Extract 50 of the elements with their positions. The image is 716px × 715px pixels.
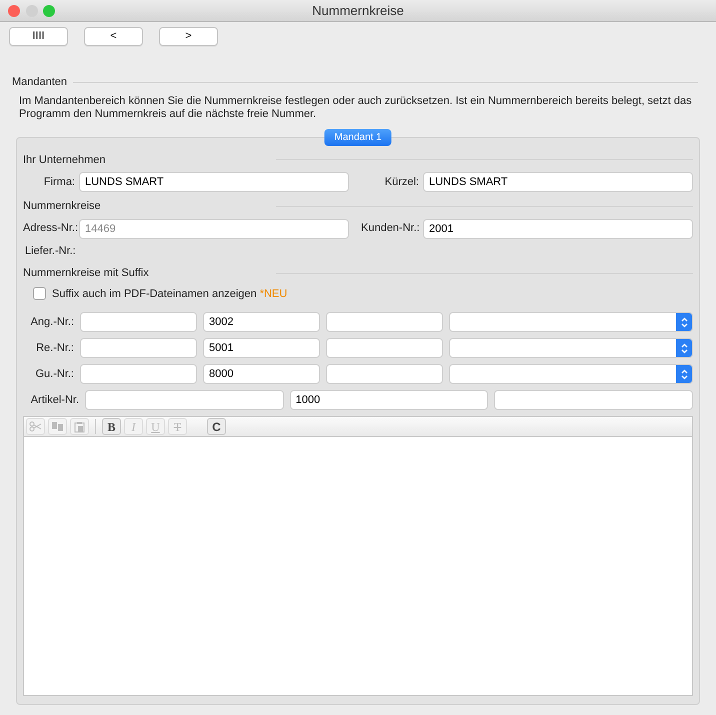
- checkbox-label: Suffix auch im PDF-Dateinamen anzeigen *NEU: [52, 286, 288, 302]
- text-editor[interactable]: [23, 437, 693, 696]
- stepper-icon: [676, 313, 692, 331]
- field-label: Firma:: [42, 174, 75, 190]
- text-field[interactable]: 3002: [203, 312, 320, 332]
- section-title: Ihr Unternehmen: [23, 152, 107, 168]
- text-field[interactable]: [326, 364, 443, 384]
- dropdown[interactable]: [449, 312, 693, 332]
- close-button[interactable]: [8, 5, 20, 17]
- scissors-icon: [29, 421, 42, 432]
- text-field[interactable]: [85, 390, 284, 410]
- text-field[interactable]: [80, 312, 197, 332]
- text-field[interactable]: [326, 312, 443, 332]
- section-title: Nummernkreise mit Suffix: [23, 266, 150, 281]
- text-field[interactable]: 5001: [203, 338, 320, 358]
- toolbar-button[interactable]: <: [84, 27, 143, 46]
- text-field[interactable]: 1000: [290, 390, 488, 410]
- stepper-icon: [676, 365, 692, 383]
- section-title: Nummernkreise: [23, 199, 102, 214]
- field-label: Liefer.-Nr.:: [25, 244, 76, 256]
- window-title: Nummernkreise: [312, 2, 404, 20]
- text-field[interactable]: LUNDS SMART: [79, 172, 349, 192]
- text-field[interactable]: 2001: [423, 218, 693, 238]
- text-field[interactable]: 8000: [203, 364, 320, 384]
- format-button[interactable]: C: [207, 418, 226, 435]
- minimize-button[interactable]: [26, 5, 38, 17]
- field-label: Ang.-Nr.:: [30, 314, 74, 330]
- text-field[interactable]: LUNDS SMART: [423, 172, 693, 192]
- dropdown[interactable]: [449, 364, 693, 384]
- field-label: Gu.-Nr.:: [34, 366, 74, 382]
- field-label: Artikel-Nr.: [30, 392, 79, 408]
- paste-icon: [74, 420, 85, 432]
- checkbox[interactable]: [33, 287, 46, 300]
- field-label: Adress-Nr.:: [23, 221, 75, 236]
- field-label: Re.-Nr.:: [35, 340, 74, 356]
- format-button[interactable]: B: [102, 418, 121, 435]
- toolbar-button[interactable]: >: [159, 27, 218, 46]
- copy-icon: [51, 421, 64, 432]
- dropdown[interactable]: [449, 338, 693, 358]
- text-field[interactable]: [326, 338, 443, 358]
- field-label: Kunden-Nr.:: [361, 221, 419, 236]
- text-field[interactable]: [80, 338, 197, 358]
- field-label: Kürzel:: [384, 174, 419, 190]
- toolbar-button[interactable]: IIII: [9, 27, 68, 46]
- description-text: Im Mandantenbereich können Sie die Nummernkreise festlegen oder auch zurücksetzen. Ist ein Nummernbereich bereits belegt, setzt das Programm den Nummernkreis auf die nächste freie Nummer.: [18, 94, 693, 120]
- zoom-button[interactable]: [43, 5, 55, 17]
- section-title: Mandanten: [12, 75, 68, 90]
- stepper-icon: [676, 339, 692, 357]
- text-field[interactable]: [494, 390, 694, 410]
- text-field[interactable]: [80, 364, 197, 384]
